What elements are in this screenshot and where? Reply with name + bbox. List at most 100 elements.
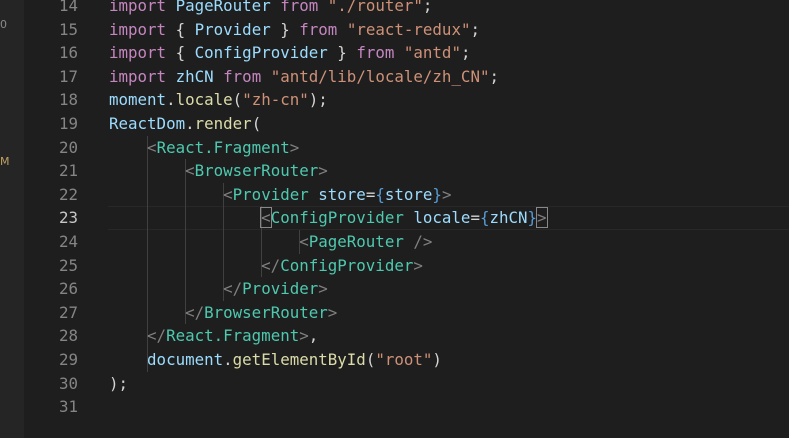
code-line[interactable]: 22 <Provider store={store}>: [24, 182, 789, 207]
code-line[interactable]: 20 <React.Fragment>: [24, 135, 789, 160]
code-token: "./router": [327, 0, 423, 15]
code-token: {: [375, 184, 385, 204]
code-token: ;: [489, 66, 499, 86]
code-token: =: [365, 184, 376, 204]
code-token: Provider: [194, 19, 271, 39]
code-token: ConfigProvider: [280, 255, 414, 275]
code-token: }: [270, 19, 300, 39]
code-token: React.Fragment: [156, 137, 290, 157]
code-token: import: [109, 66, 167, 86]
code-token: (: [232, 90, 243, 110]
code-line[interactable]: 24 <PageRouter />: [24, 229, 789, 254]
code-line[interactable]: 18 moment.locale("zh-cn");: [24, 88, 789, 112]
code-line[interactable]: 21 <BrowserRouter>: [24, 159, 789, 183]
line-number: 31: [58, 397, 78, 417]
code-text: </Provider>: [109, 277, 328, 301]
code-token: zhCN: [175, 66, 214, 86]
code-text: <PageRouter />: [109, 230, 432, 254]
code-token: "antd/lib/locale/zh_CN": [270, 66, 490, 86]
code-line[interactable]: 26 </Provider>: [24, 277, 789, 301]
code-line[interactable]: 25 </ConfigProvider>: [24, 253, 789, 278]
code-line[interactable]: 15 import { Provider } from "react-redux"…: [24, 18, 789, 42]
code-text: <Provider store={store}>: [109, 183, 451, 207]
line-number: 15: [58, 19, 78, 39]
code-editor[interactable]: 14 import PageRouter from "./router"; 15 im…: [24, 0, 789, 419]
code-token: <: [185, 161, 195, 181]
line-number: 22: [58, 184, 78, 204]
code-line[interactable]: 30);: [24, 372, 789, 396]
code-token: ;: [460, 43, 471, 63]
line-number: 23: [58, 208, 78, 228]
code-line[interactable]: 17 import zhCN from "antd/lib/locale/zh_C…: [24, 65, 789, 89]
code-token: ConfigProvider: [270, 208, 404, 228]
code-line[interactable]: 23 <ConfigProvider locale={zhCN}>: [24, 206, 789, 230]
line-number: 14: [58, 0, 78, 15]
line-number: 25: [58, 255, 78, 275]
line-number: 30: [58, 373, 78, 393]
code-line[interactable]: 27 </BrowserRouter>: [24, 300, 789, 325]
code-line[interactable]: 28 </React.Fragment>,: [24, 324, 789, 348]
code-text: moment.locale("zh-cn");: [109, 88, 328, 112]
code-token: >: [318, 279, 328, 299]
code-token: ): [432, 349, 442, 369]
code-token: (: [251, 113, 262, 133]
code-line[interactable]: 16 import { ConfigProvider } from "antd";: [24, 41, 789, 65]
code-token: ConfigProvider: [194, 43, 328, 63]
code-token: ReactDom: [109, 113, 186, 133]
code-text: </React.Fragment>,: [109, 324, 318, 348]
code-token: ,: [308, 326, 319, 346]
code-token: PageRouter: [308, 231, 404, 251]
code-token: >: [441, 184, 452, 204]
line-number: 26: [58, 279, 78, 299]
code-token: import: [109, 19, 167, 39]
code-token: <: [299, 231, 309, 251]
line-number: 29: [58, 349, 78, 369]
code-token: </: [223, 279, 243, 299]
code-token: store: [384, 184, 433, 204]
code-text: import PageRouter from "./router";: [109, 0, 432, 18]
code-token: zhCN: [489, 208, 528, 228]
code-line[interactable]: 14 import PageRouter from "./router";: [24, 0, 789, 18]
code-line[interactable]: 29 document.getElementById("root"): [24, 347, 789, 372]
code-text: ReactDom.render(: [109, 112, 261, 136]
code-token: </: [147, 326, 167, 346]
line-number: 27: [58, 302, 78, 322]
code-token: <: [223, 184, 233, 204]
code-token: <: [260, 207, 272, 229]
code-token: ;: [422, 0, 433, 15]
line-number: 28: [58, 326, 78, 346]
code-token: from: [299, 19, 338, 39]
code-token: moment: [109, 90, 167, 110]
code-token: .: [166, 90, 176, 110]
code-token: PageRouter: [175, 0, 271, 15]
code-token: =: [470, 208, 480, 228]
activity-gutter: 0 M: [0, 0, 24, 438]
code-token: }: [327, 43, 357, 63]
code-token: import: [109, 0, 167, 15]
code-text: import { Provider } from "react-redux";: [109, 18, 480, 42]
code-token: );: [308, 90, 328, 110]
code-token: >: [413, 255, 423, 275]
code-token: from: [356, 43, 395, 63]
code-token: Provider: [232, 184, 309, 204]
code-token: <: [147, 137, 157, 157]
code-token: locale: [175, 90, 233, 110]
gutter-modified-marker: M: [0, 155, 10, 168]
code-text: import zhCN from "antd/lib/locale/zh_CN"…: [109, 65, 499, 89]
code-line[interactable]: 19 ReactDom.render(: [24, 112, 789, 136]
code-line[interactable]: 31: [24, 395, 789, 419]
